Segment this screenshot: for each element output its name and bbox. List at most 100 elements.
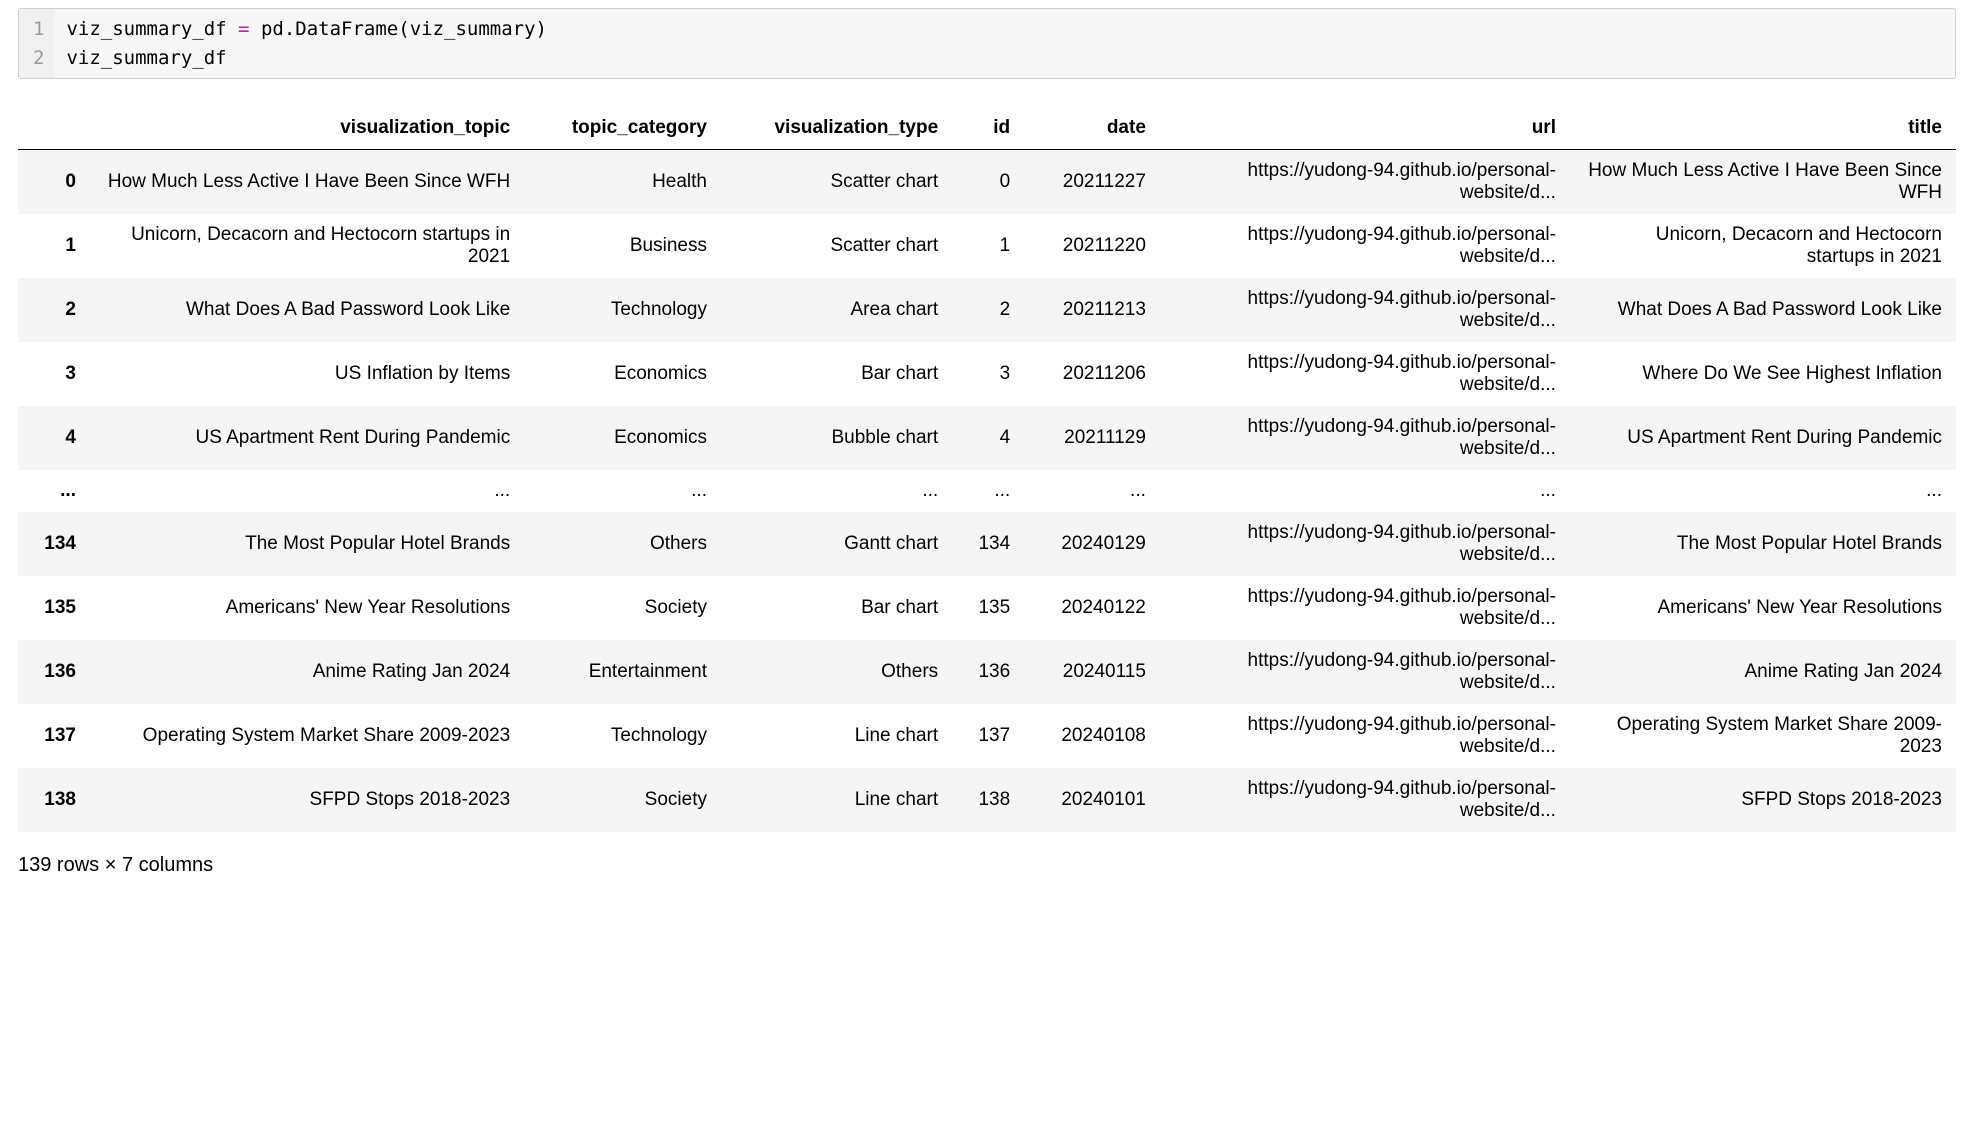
row-index: 136 [18, 640, 90, 704]
cell-url: https://yudong-94.github.io/personal-web… [1160, 576, 1570, 640]
gutter-line-1: 1 [33, 15, 44, 44]
table-row: 135Americans' New Year ResolutionsSociet… [18, 576, 1956, 640]
col-header-visualization_type: visualization_type [721, 107, 952, 150]
cell-title: The Most Popular Hotel Brands [1570, 512, 1956, 576]
table-row: 138SFPD Stops 2018-2023SocietyLine chart… [18, 768, 1956, 832]
cell-url: https://yudong-94.github.io/personal-web… [1160, 214, 1570, 278]
cell-topic_category: Technology [524, 278, 721, 342]
code-gutter: 1 2 [19, 9, 54, 78]
cell-visualization_type: Bubble chart [721, 406, 952, 470]
cell-topic_category: ... [524, 470, 721, 512]
table-row: 134The Most Popular Hotel BrandsOthersGa… [18, 512, 1956, 576]
cell-topic_category: Economics [524, 406, 721, 470]
code-token-assign: = [227, 18, 261, 40]
cell-title: Unicorn, Decacorn and Hectocorn startups… [1570, 214, 1956, 278]
cell-url: https://yudong-94.github.io/personal-web… [1160, 768, 1570, 832]
cell-visualization_topic: Operating System Market Share 2009-2023 [90, 704, 524, 768]
cell-topic_category: Business [524, 214, 721, 278]
cell-id: 3 [952, 342, 1024, 406]
dataframe-body: 0How Much Less Active I Have Been Since … [18, 150, 1956, 833]
cell-title: How Much Less Active I Have Been Since W… [1570, 150, 1956, 215]
table-row: 0How Much Less Active I Have Been Since … [18, 150, 1956, 215]
cell-visualization_topic: Americans' New Year Resolutions [90, 576, 524, 640]
dataframe-output: visualization_topic topic_category visua… [18, 107, 1956, 832]
code-line-2: viz_summary_df [66, 47, 226, 69]
cell-title: US Apartment Rent During Pandemic [1570, 406, 1956, 470]
cell-url: https://yudong-94.github.io/personal-web… [1160, 512, 1570, 576]
cell-id: ... [952, 470, 1024, 512]
cell-visualization_type: Bar chart [721, 342, 952, 406]
dataframe-header: visualization_topic topic_category visua… [18, 107, 1956, 150]
cell-visualization_topic: ... [90, 470, 524, 512]
row-index: 138 [18, 768, 90, 832]
col-header-visualization_topic: visualization_topic [90, 107, 524, 150]
row-index: ... [18, 470, 90, 512]
cell-id: 135 [952, 576, 1024, 640]
cell-url: https://yudong-94.github.io/personal-web… [1160, 278, 1570, 342]
cell-topic_category: Health [524, 150, 721, 215]
table-row: ........................ [18, 470, 1956, 512]
table-row: 137Operating System Market Share 2009-20… [18, 704, 1956, 768]
cell-visualization_topic: US Apartment Rent During Pandemic [90, 406, 524, 470]
cell-id: 0 [952, 150, 1024, 215]
cell-visualization_type: Scatter chart [721, 150, 952, 215]
cell-topic_category: Society [524, 576, 721, 640]
table-row: 2What Does A Bad Password Look LikeTechn… [18, 278, 1956, 342]
index-header [18, 107, 90, 150]
row-index: 0 [18, 150, 90, 215]
cell-title: Anime Rating Jan 2024 [1570, 640, 1956, 704]
cell-visualization_topic: How Much Less Active I Have Been Since W… [90, 150, 524, 215]
gutter-line-2: 2 [33, 44, 44, 73]
cell-date: 20211220 [1024, 214, 1160, 278]
code-token-module: pd [261, 18, 284, 40]
cell-date: 20211129 [1024, 406, 1160, 470]
cell-visualization_type: Bar chart [721, 576, 952, 640]
cell-date: 20240101 [1024, 768, 1160, 832]
cell-title: Americans' New Year Resolutions [1570, 576, 1956, 640]
cell-id: 138 [952, 768, 1024, 832]
dataframe-summary: 139 rows × 7 columns [18, 832, 1956, 877]
row-index: 3 [18, 342, 90, 406]
code-token-paren-close: ) [536, 18, 547, 40]
code-body[interactable]: viz_summary_df = pd.DataFrame(viz_summar… [54, 9, 559, 78]
code-input-cell[interactable]: 1 2 viz_summary_df = pd.DataFrame(viz_su… [18, 8, 1956, 79]
cell-date: 20211206 [1024, 342, 1160, 406]
col-header-url: url [1160, 107, 1570, 150]
cell-id: 4 [952, 406, 1024, 470]
cell-date: 20240115 [1024, 640, 1160, 704]
cell-url: https://yudong-94.github.io/personal-web… [1160, 704, 1570, 768]
header-row: visualization_topic topic_category visua… [18, 107, 1956, 150]
cell-title: Where Do We See Highest Inflation [1570, 342, 1956, 406]
row-index: 134 [18, 512, 90, 576]
cell-visualization_type: Others [721, 640, 952, 704]
cell-visualization_type: Scatter chart [721, 214, 952, 278]
cell-id: 136 [952, 640, 1024, 704]
code-token-func: DataFrame [295, 18, 398, 40]
col-header-title: title [1570, 107, 1956, 150]
cell-topic_category: Society [524, 768, 721, 832]
cell-date: 20211213 [1024, 278, 1160, 342]
cell-title: SFPD Stops 2018-2023 [1570, 768, 1956, 832]
cell-url: https://yudong-94.github.io/personal-web… [1160, 640, 1570, 704]
cell-visualization_type: Line chart [721, 704, 952, 768]
table-row: 3US Inflation by ItemsEconomicsBar chart… [18, 342, 1956, 406]
cell-title: Operating System Market Share 2009-2023 [1570, 704, 1956, 768]
dataframe-table: visualization_topic topic_category visua… [18, 107, 1956, 832]
cell-date: 20211227 [1024, 150, 1160, 215]
cell-visualization_topic: What Does A Bad Password Look Like [90, 278, 524, 342]
code-token-var: viz_summary_df [66, 18, 226, 40]
cell-date: 20240129 [1024, 512, 1160, 576]
cell-topic_category: Economics [524, 342, 721, 406]
col-header-topic_category: topic_category [524, 107, 721, 150]
col-header-date: date [1024, 107, 1160, 150]
cell-topic_category: Technology [524, 704, 721, 768]
cell-date: ... [1024, 470, 1160, 512]
code-token-dot: . [284, 18, 295, 40]
cell-title: What Does A Bad Password Look Like [1570, 278, 1956, 342]
cell-topic_category: Entertainment [524, 640, 721, 704]
cell-visualization_topic: SFPD Stops 2018-2023 [90, 768, 524, 832]
cell-id: 1 [952, 214, 1024, 278]
row-index: 4 [18, 406, 90, 470]
cell-id: 2 [952, 278, 1024, 342]
row-index: 2 [18, 278, 90, 342]
